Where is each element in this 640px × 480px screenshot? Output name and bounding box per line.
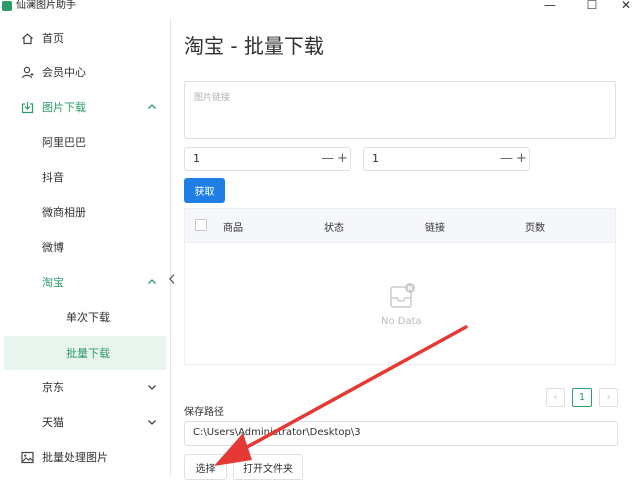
sidebar-item-label: 单次下载 [66, 311, 110, 324]
sidebar-item-label: 会员中心 [42, 66, 86, 79]
sidebar-item-single-download[interactable]: 单次下载 [0, 300, 170, 334]
image-link-textarea[interactable]: 图片链接 [184, 81, 616, 139]
sidebar-item-home[interactable]: 首页 [0, 21, 170, 55]
column-header-link: 链接 [425, 223, 445, 234]
sidebar-item-label: 天猫 [42, 416, 64, 429]
sidebar-item-label: 京东 [42, 381, 64, 394]
sidebar-item-label: 图片下载 [42, 101, 86, 114]
empty-data-icon [388, 281, 418, 311]
sidebar-item-weibo[interactable]: 微博 [0, 230, 170, 264]
sidebar: 首页 会员中心 图片下载 阿里巴巴 抖音 微商相册 微博 淘宝 单次下载 批量下… [0, 18, 171, 476]
sidebar-item-label: 淘宝 [42, 276, 64, 289]
title-bar: 仙澜图片助手 — ☐ ✕ [0, 0, 640, 14]
app-logo-icon [2, 1, 12, 11]
select-folder-button[interactable]: 选择 [184, 454, 227, 480]
column-header-product: 商品 [223, 223, 243, 234]
sidebar-item-batch-download[interactable]: 批量下载 [4, 336, 166, 370]
sidebar-item-image-download[interactable]: 图片下载 [0, 90, 170, 124]
fetch-button[interactable]: 获取 [184, 178, 225, 203]
results-table: 商品 状态 链接 页数 No Data [184, 208, 616, 365]
sidebar-item-label: 首页 [42, 32, 64, 45]
chevron-down-icon [146, 416, 158, 428]
column-header-pages: 页数 [525, 223, 545, 234]
chevron-up-icon [146, 101, 158, 113]
plus-button[interactable]: + [516, 149, 527, 169]
sidebar-item-label: 批量处理图片 [42, 451, 108, 464]
sidebar-item-tmall[interactable]: 天猫 [0, 405, 170, 439]
sidebar-item-alibaba[interactable]: 阿里巴巴 [0, 125, 170, 159]
empty-data-text: No Data [381, 316, 422, 327]
sidebar-item-taobao[interactable]: 淘宝 [0, 265, 170, 299]
sidebar-item-weishang-album[interactable]: 微商相册 [0, 195, 170, 229]
page-title: 淘宝 - 批量下载 [184, 34, 324, 58]
sidebar-item-member-center[interactable]: 会员中心 [0, 55, 170, 89]
maximize-button[interactable]: ☐ [578, 0, 606, 13]
save-path-input[interactable]: C:\Users\Administrator\Desktop\3 [184, 421, 618, 446]
sidebar-item-label: 微商相册 [42, 206, 86, 219]
chevron-up-icon [146, 276, 158, 288]
minimize-button[interactable]: — [536, 0, 564, 13]
end-page-stepper[interactable]: 1 — + [363, 147, 530, 171]
minus-button[interactable]: — [500, 149, 513, 169]
sidebar-item-batch-process-images[interactable]: 批量处理图片 [0, 440, 170, 474]
sidebar-item-jd[interactable]: 京东 [0, 370, 170, 404]
page-number-current[interactable]: 1 [572, 388, 592, 407]
chevron-down-icon [146, 381, 158, 393]
table-header: 商品 状态 链接 页数 [185, 209, 615, 243]
download-icon [20, 100, 34, 114]
start-page-stepper[interactable]: 1 — + [184, 147, 351, 171]
sidebar-item-label: 批量下载 [66, 347, 110, 360]
open-folder-button[interactable]: 打开文件夹 [233, 454, 303, 480]
stepper-value: 1 [193, 152, 200, 165]
main-panel: 淘宝 - 批量下载 图片链接 1 — + 1 — + 获取 商品 状态 链接 页… [171, 14, 640, 480]
prev-page-button[interactable]: ‹ [546, 388, 565, 407]
next-page-button[interactable]: › [599, 388, 618, 407]
sidebar-item-label: 抖音 [42, 171, 64, 184]
sidebar-item-label: 阿里巴巴 [42, 136, 86, 149]
image-icon [20, 450, 34, 464]
sidebar-item-label: 微博 [42, 241, 64, 254]
select-all-checkbox[interactable] [195, 219, 207, 231]
close-button[interactable]: ✕ [612, 0, 640, 13]
stepper-value: 1 [372, 152, 379, 165]
home-icon [20, 31, 34, 45]
window-title: 仙澜图片助手 [16, 0, 76, 11]
minus-button[interactable]: — [321, 149, 334, 169]
user-icon [20, 65, 34, 79]
plus-button[interactable]: + [337, 149, 348, 169]
save-path-label: 保存路径 [184, 407, 224, 418]
sidebar-item-douyin[interactable]: 抖音 [0, 160, 170, 194]
column-header-status: 状态 [324, 223, 344, 234]
